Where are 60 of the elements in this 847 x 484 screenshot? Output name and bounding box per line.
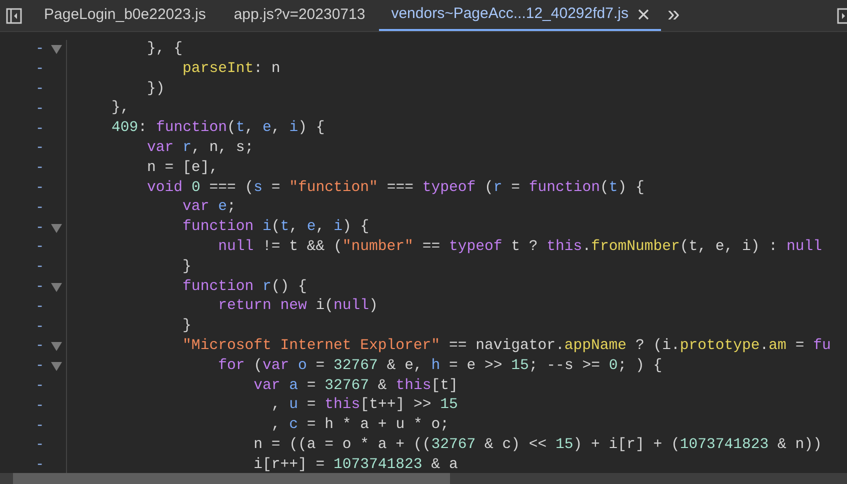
line-marker: - xyxy=(34,139,45,158)
line-marker: - xyxy=(34,396,45,416)
file-tab[interactable]: app.js?v=20230713 xyxy=(220,0,380,31)
file-tab[interactable]: vendors~PageAcc...12_40292fd7.js xyxy=(379,0,662,31)
code-line: n = [e], xyxy=(146,158,218,178)
line-marker: - xyxy=(34,159,45,178)
code-line: var r, n, s; xyxy=(146,138,254,158)
code-line: var e; xyxy=(182,198,236,218)
fold-icon[interactable] xyxy=(51,224,62,233)
line-marker: - xyxy=(34,178,45,198)
code-line: }, xyxy=(110,99,130,118)
more-tabs-button[interactable]: » xyxy=(661,3,686,28)
line-marker: - xyxy=(34,238,45,258)
line-marker: - xyxy=(34,120,45,139)
tab-label: PageLogin_b0e22023.js xyxy=(44,5,206,26)
code-line: void 0 === (s = "function" === typeof (r = function(t) { xyxy=(146,178,644,198)
code-line: null != t && ("number" == typeof t ? this.fromNumber(t, e, i) : null xyxy=(217,238,822,257)
code-line: parseInt: n xyxy=(182,60,280,79)
line-marker: - xyxy=(34,278,45,297)
fold-icon[interactable] xyxy=(51,362,62,372)
code-line: 409: function(t, e, i) { xyxy=(110,119,325,138)
code-line: return new i(null) xyxy=(217,297,378,316)
line-marker: - xyxy=(34,436,45,456)
code-line: i[r++] = 1073741823 & a xyxy=(252,456,458,473)
code-line: , u = this[t++] >> 15 xyxy=(270,396,458,416)
file-tab[interactable]: PageLogin_b0e22023.js xyxy=(30,0,220,31)
horizontal-scrollbar[interactable] xyxy=(0,473,847,484)
code-line: } xyxy=(182,258,192,277)
code-line: }) xyxy=(146,80,165,99)
line-marker: - xyxy=(34,218,45,238)
code-line: } xyxy=(182,317,192,336)
code-line: function i(t, e, i) { xyxy=(182,218,370,238)
line-marker: - xyxy=(34,298,45,317)
tab-label: app.js?v=20230713 xyxy=(234,5,366,26)
line-marker: - xyxy=(34,376,45,396)
fold-icon[interactable] xyxy=(51,282,62,292)
code-line: var a = 32767 & this[t] xyxy=(252,376,458,396)
sidebar-toggle-icon[interactable] xyxy=(837,8,847,24)
line-marker: - xyxy=(34,258,45,278)
line-marker: - xyxy=(34,100,45,119)
fold-icon[interactable] xyxy=(51,342,62,352)
fold-icon[interactable] xyxy=(51,45,62,54)
code-line: }, { xyxy=(146,40,183,59)
code-line: n = ((a = o * a + ((32767 & c) << 15) + i[r] + (1073741823 & n)) xyxy=(252,436,822,455)
close-icon[interactable] xyxy=(638,9,650,20)
code-line: function r() { xyxy=(182,278,307,297)
sidebar-toggle-icon[interactable] xyxy=(6,8,22,24)
line-marker: - xyxy=(34,60,45,80)
line-marker: - xyxy=(34,318,45,337)
tab-label: vendors~PageAcc...12_40292fd7.js xyxy=(391,4,628,24)
code-line: "Microsoft Internet Explorer" == navigator.appName ? (i.prototype.am = fu xyxy=(182,336,831,356)
line-marker: - xyxy=(34,357,45,376)
code-line: for (var o = 32767 & e, h = e >> 15; --s >= 0; ) { xyxy=(217,356,662,376)
line-marker: - xyxy=(34,80,45,99)
code-line: , c = h * a + u * o; xyxy=(270,416,449,436)
line-marker: - xyxy=(34,40,45,60)
line-marker: - xyxy=(34,337,45,356)
line-marker: - xyxy=(34,416,45,436)
line-marker: - xyxy=(34,198,45,218)
line-marker: - xyxy=(34,456,45,476)
